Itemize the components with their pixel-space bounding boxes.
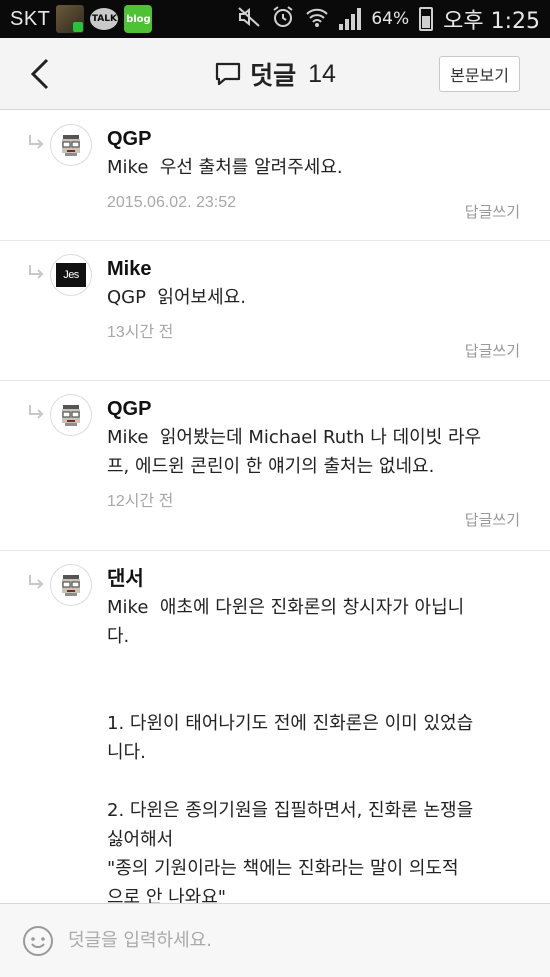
pixel-face-icon [62, 135, 80, 156]
reply-button[interactable]: 답글쓰기 [465, 340, 520, 361]
kakaotalk-icon: TALK [90, 8, 119, 30]
blog-app-icon: blog [124, 5, 153, 33]
reply-arrow-icon [27, 573, 45, 591]
wifi-icon [305, 6, 329, 33]
comment-text: Mike 애초에 다윈은 진화론의 창시자가 아닙니 다. 1. 다윈이 태어나… [107, 597, 474, 903]
game-app-icon [56, 5, 85, 33]
pixel-face-icon [62, 575, 80, 596]
carrier-label: SKT [10, 7, 51, 30]
battery-percent: 64% [371, 9, 410, 29]
comment-item: QGP Mike 우선 출처를 알려주세요. 2015.06.02. 23:52… [0, 111, 550, 241]
title-label: 덧글 [250, 62, 297, 90]
avatar[interactable] [50, 564, 92, 606]
comment-text: Mike 우선 출처를 알려주세요. [107, 157, 343, 178]
mute-icon [237, 6, 261, 33]
comment-input-bar [0, 903, 550, 977]
battery-icon [419, 7, 434, 31]
chevron-left-icon [30, 58, 49, 90]
reply-arrow-icon [27, 133, 45, 151]
status-bar-left: SKT TALK blog [10, 5, 153, 33]
smiley-icon [23, 925, 53, 956]
comment-count: 14 [308, 59, 336, 88]
reply-button[interactable]: 답글쓰기 [465, 509, 520, 530]
comment-date: 12시간 전 [107, 493, 174, 510]
pixel-face-icon [62, 405, 80, 426]
comment-list: QGP Mike 우선 출처를 알려주세요. 2015.06.02. 23:52… [0, 111, 550, 903]
avatar-logo: Jes [56, 263, 86, 287]
avatar[interactable]: Jes [50, 254, 92, 296]
reply-button[interactable]: 답글쓰기 [465, 201, 520, 222]
avatar[interactable] [50, 124, 92, 166]
comment-text: QGP 읽어보세요. [107, 287, 246, 308]
reply-arrow-icon [27, 403, 45, 421]
status-bar-right: 64% 오후 1:25 [237, 3, 540, 35]
comment-date: 2015.06.02. 23:52 [107, 194, 237, 211]
status-bar: SKT TALK blog 64% 오후 1:25 [0, 0, 550, 38]
comment-date: 13시간 전 [107, 324, 174, 341]
comment-text: Mike 읽어봤는데 Michael Ruth 나 데이빗 라우 프, 에드윈 … [107, 427, 482, 477]
signal-icon [339, 8, 362, 30]
page-header: 덧글 14 본문보기 [0, 38, 550, 110]
comment-author[interactable]: Mike [107, 255, 520, 283]
reply-arrow-icon [27, 263, 45, 281]
view-body-button[interactable]: 본문보기 [439, 56, 520, 92]
back-button[interactable] [22, 54, 58, 94]
clock: 오후 1:25 [443, 9, 540, 34]
speech-bubble-icon [214, 61, 242, 87]
comment-author[interactable]: QGP [107, 125, 520, 153]
comment-item: QGP Mike 읽어봤는데 Michael Ruth 나 데이빗 라우 프, … [0, 381, 550, 551]
emoticon-button[interactable] [22, 925, 54, 957]
avatar[interactable] [50, 394, 92, 436]
comment-input[interactable] [68, 930, 488, 951]
alarm-icon [271, 5, 295, 34]
comment-author[interactable]: QGP [107, 395, 520, 423]
comment-item: 댄서 Mike 애초에 다윈은 진화론의 창시자가 아닙니 다. 1. 다윈이 … [0, 551, 550, 903]
comment-item: Jes Mike QGP 읽어보세요. 13시간 전 답글쓰기 [0, 241, 550, 381]
comment-author[interactable]: 댄서 [107, 565, 520, 593]
